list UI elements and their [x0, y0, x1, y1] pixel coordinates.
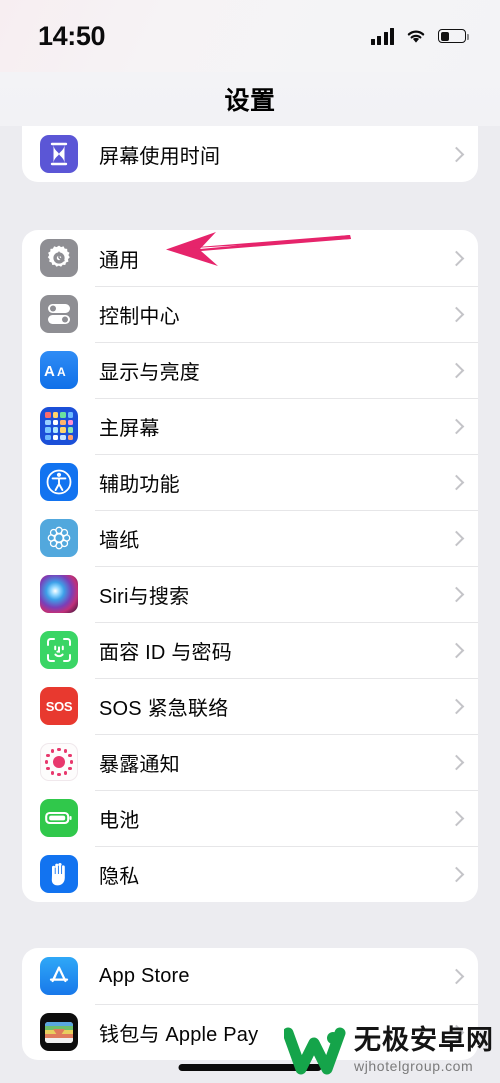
gear-icon	[40, 239, 78, 277]
flower-icon	[40, 519, 78, 557]
hand-icon	[40, 855, 78, 893]
face-id-icon	[40, 631, 78, 669]
chevron-right-icon	[448, 530, 465, 546]
settings-row-label: 面容 ID 与密码	[99, 641, 232, 664]
cellular-bars-icon	[370, 27, 394, 45]
chevron-right-icon	[448, 306, 465, 322]
chevron-right-icon	[448, 250, 465, 266]
settings-row-label: 墙纸	[99, 529, 140, 552]
watermark-site-name: 无极安卓网	[354, 1025, 494, 1055]
settings-row-label: 钱包与 Apple Pay	[99, 1023, 259, 1046]
wallet-icon	[40, 1013, 78, 1051]
chevron-right-icon	[448, 698, 465, 714]
site-watermark: 无极安卓网 wjhotelgroup.com	[284, 1023, 494, 1077]
settings-row-face-id[interactable]: 面容 ID 与密码	[22, 622, 478, 678]
battery-icon	[438, 29, 469, 43]
settings-row-label: 隐私	[99, 865, 140, 888]
watermark-logo-icon	[284, 1027, 346, 1075]
settings-row-label: SOS 紧急联络	[99, 697, 229, 720]
wifi-icon	[405, 28, 427, 44]
chevron-right-icon	[448, 362, 465, 378]
system-group: 通用 控制中心 A A 显示与亮度 主屏幕 辅助功能 墙纸 Siri与搜索 面容…	[22, 230, 478, 902]
chevron-right-icon	[448, 810, 465, 826]
exposure-dots-icon	[40, 743, 78, 781]
settings-row-exposure-notifications[interactable]: 暴露通知	[22, 734, 478, 790]
settings-row-siri-search[interactable]: Siri与搜索	[22, 566, 478, 622]
status-bar: 14:50	[0, 0, 500, 72]
settings-row-label: Siri与搜索	[99, 585, 190, 608]
settings-row-accessibility[interactable]: 辅助功能	[22, 454, 478, 510]
iphone-settings-screen: 14:50 设置 屏幕使用时间 通用 控制中心 A A 显示与亮度 主屏幕 辅助…	[0, 0, 500, 1083]
aa-text-icon: A A	[40, 351, 78, 389]
chevron-right-icon	[448, 642, 465, 658]
settings-row-label: 屏幕使用时间	[99, 145, 221, 168]
settings-row-wallpaper[interactable]: 墙纸	[22, 510, 478, 566]
status-bar-clock: 14:50	[38, 20, 106, 51]
sos-icon: SOS	[40, 687, 78, 725]
settings-row-label: 控制中心	[99, 305, 180, 328]
settings-row-home-screen[interactable]: 主屏幕	[22, 398, 478, 454]
settings-row-general[interactable]: 通用	[22, 230, 478, 286]
screen-time-group: 屏幕使用时间	[22, 126, 478, 182]
settings-row-battery[interactable]: 电池	[22, 790, 478, 846]
settings-list: 屏幕使用时间 通用 控制中心 A A 显示与亮度 主屏幕 辅助功能 墙纸 Sir…	[0, 126, 500, 1060]
settings-row-app-store[interactable]: App Store	[22, 948, 478, 1004]
chevron-right-icon	[448, 418, 465, 434]
settings-row-label: 暴露通知	[99, 753, 180, 776]
status-bar-icons	[370, 27, 469, 45]
settings-row-label: 辅助功能	[99, 473, 180, 496]
settings-row-control-center[interactable]: 控制中心	[22, 286, 478, 342]
app-grid-icon	[40, 407, 78, 445]
hourglass-icon	[40, 135, 78, 173]
settings-row-label: App Store	[99, 964, 190, 987]
chevron-right-icon	[448, 754, 465, 770]
chevron-right-icon	[448, 968, 465, 984]
app-store-icon	[40, 957, 78, 995]
toggles-icon	[40, 295, 78, 333]
accessibility-icon	[40, 463, 78, 501]
settings-row-label: 主屏幕	[99, 417, 160, 440]
chevron-right-icon	[448, 586, 465, 602]
chevron-right-icon	[448, 866, 465, 882]
page-title: 设置	[224, 87, 276, 115]
chevron-right-icon	[448, 146, 465, 162]
watermark-url: wjhotelgroup.com	[354, 1058, 474, 1074]
settings-row-label: 显示与亮度	[99, 361, 200, 384]
settings-row-label: 电池	[99, 809, 140, 832]
settings-row-emergency-sos[interactable]: SOS SOS 紧急联络	[22, 678, 478, 734]
navigation-bar: 设置	[0, 72, 500, 126]
battery-icon	[40, 799, 78, 837]
chevron-right-icon	[448, 474, 465, 490]
siri-orb-icon	[40, 575, 78, 613]
settings-row-display-brightness[interactable]: A A 显示与亮度	[22, 342, 478, 398]
settings-row-screen-time[interactable]: 屏幕使用时间	[22, 126, 478, 182]
settings-row-label: 通用	[99, 249, 140, 272]
svg-text:A: A	[44, 363, 55, 380]
svg-text:A: A	[57, 365, 66, 379]
settings-row-privacy[interactable]: 隐私	[22, 846, 478, 902]
